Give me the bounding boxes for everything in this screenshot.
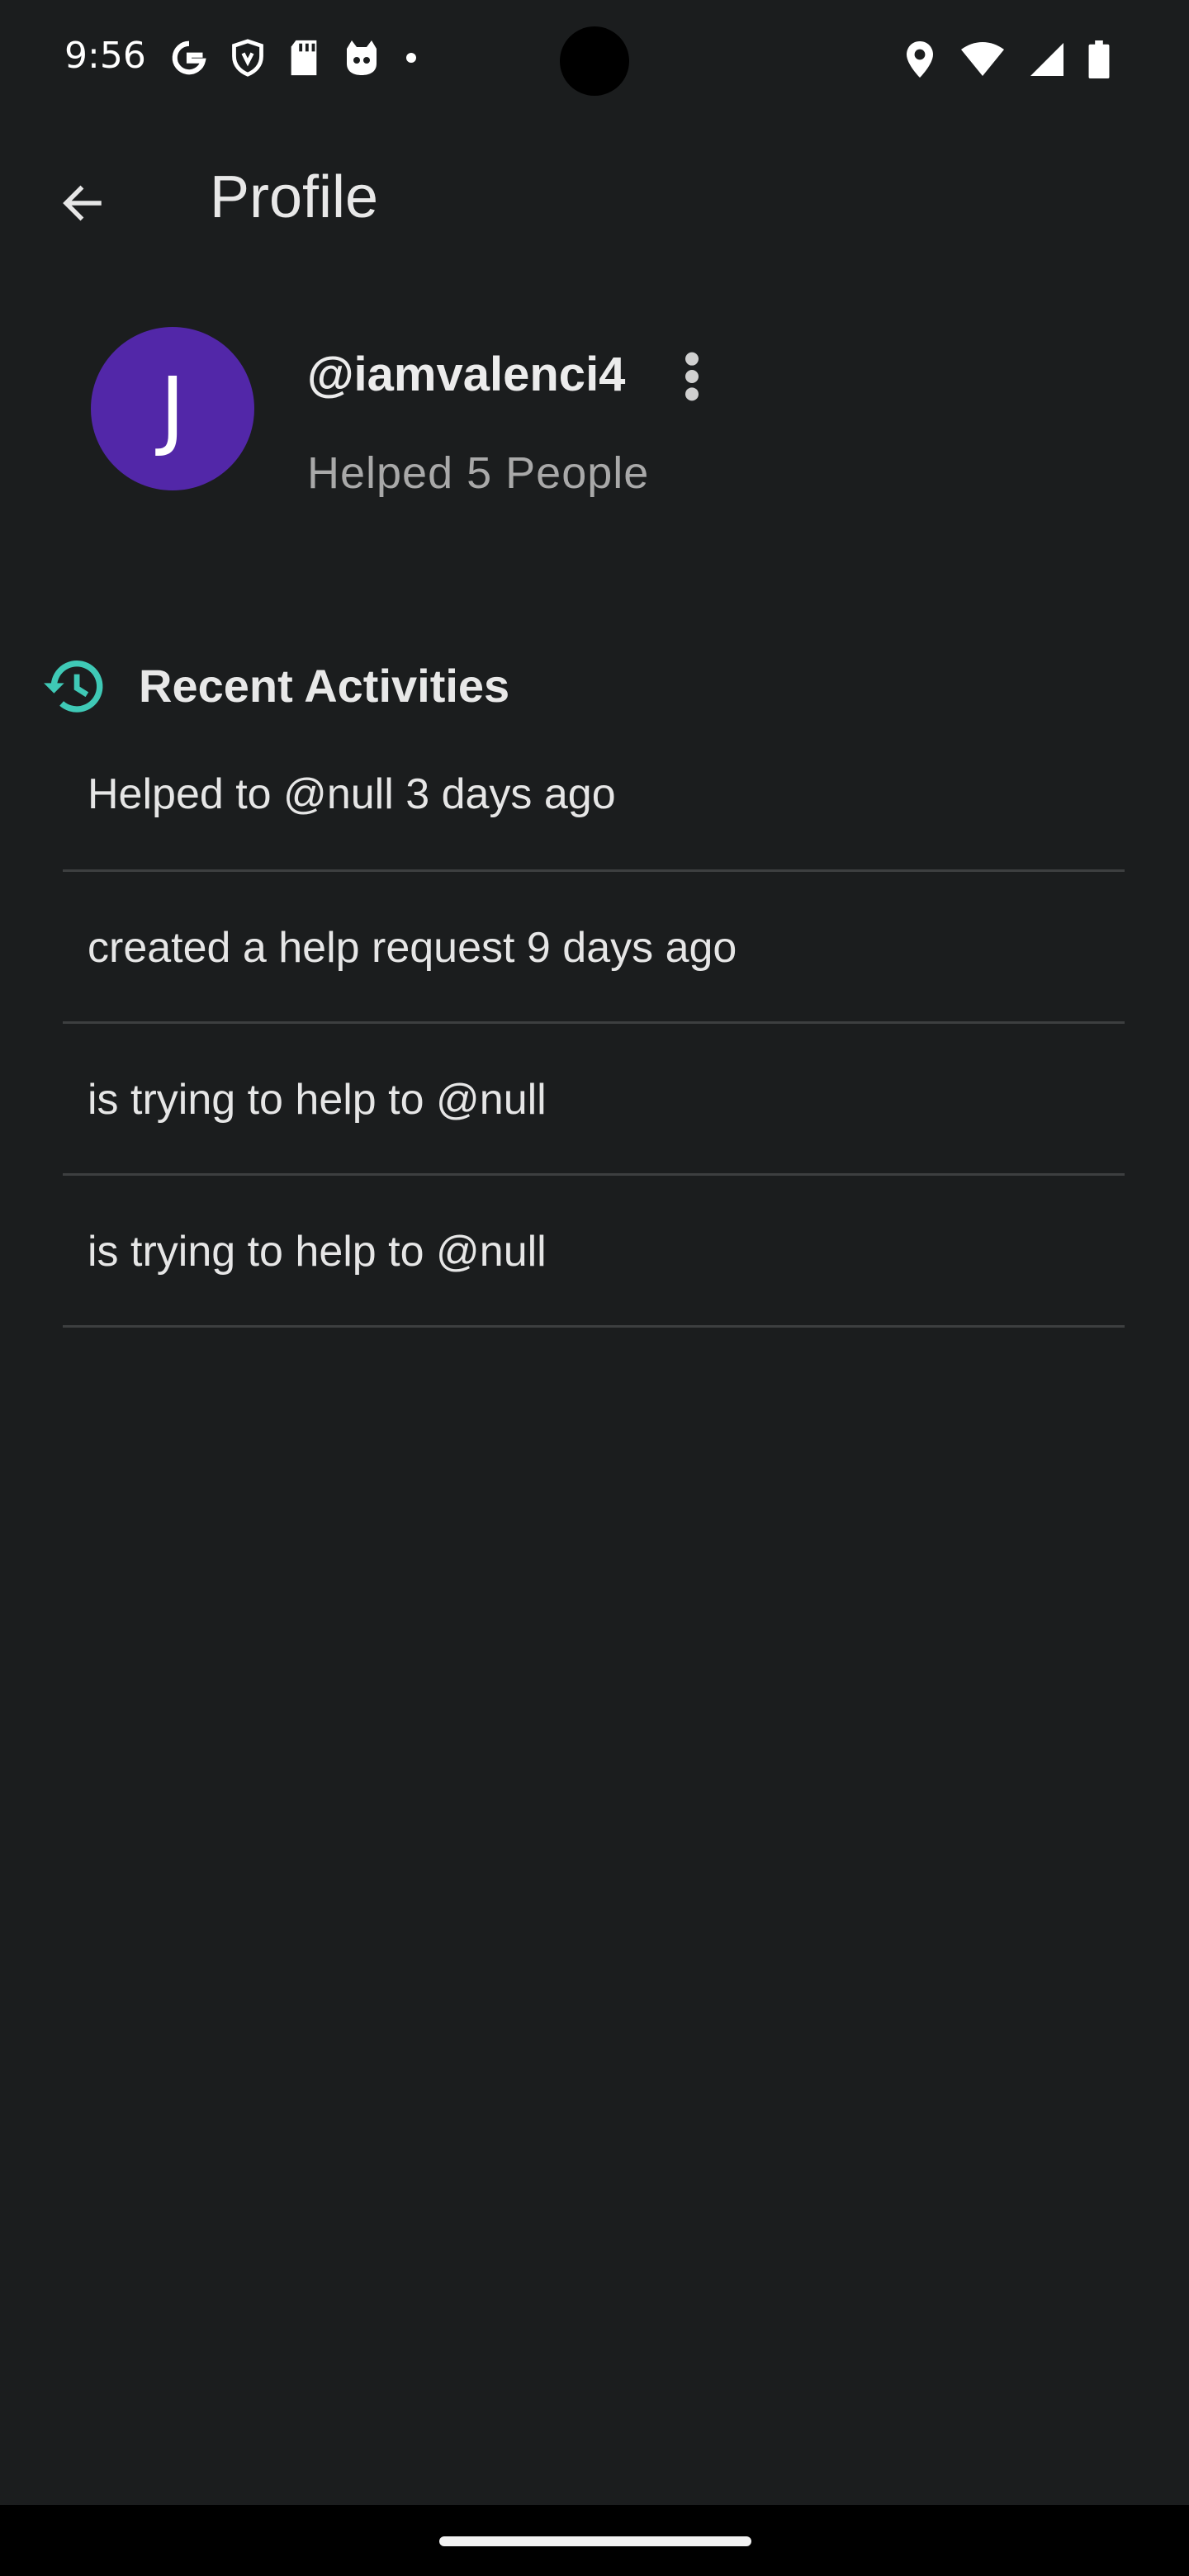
username: @iamvalenci4 (307, 348, 626, 401)
back-button[interactable] (43, 165, 122, 244)
shield-icon (230, 38, 266, 78)
avatar-letter: J (159, 358, 186, 459)
section-title: Recent Activities (139, 660, 510, 712)
list-item[interactable]: created a help request 9 days ago (63, 872, 1125, 1024)
app-bar: Profile (0, 124, 1189, 281)
more-options-button[interactable] (661, 339, 723, 418)
list-item[interactable]: is trying to help to @null (63, 1176, 1125, 1328)
activity-text: is trying to help to @null (88, 1228, 547, 1276)
home-indicator[interactable] (439, 2536, 751, 2546)
recent-activities-header: Recent Activities (0, 644, 1189, 727)
activity-text: Helped to @null 3 days ago (88, 770, 616, 818)
activity-list: Helped to @null 3 days ago created a hel… (63, 727, 1125, 1328)
status-icons-right (903, 40, 1110, 83)
location-icon (903, 40, 936, 83)
status-bar: 9:56 (0, 0, 1189, 122)
status-time: 9:56 (64, 35, 146, 77)
navigation-bar (0, 2505, 1189, 2576)
more-vert-icon (682, 350, 702, 407)
dot-icon (403, 50, 419, 66)
list-item[interactable]: is trying to help to @null (63, 1024, 1125, 1176)
signal-icon (1029, 41, 1065, 82)
activity-text: created a help request 9 days ago (88, 924, 737, 972)
sd-card-icon (287, 39, 320, 77)
helped-count: Helped 5 People (307, 448, 650, 498)
page-title: Profile (210, 164, 379, 230)
list-item[interactable]: Helped to @null 3 days ago (63, 727, 1125, 872)
google-icon (170, 39, 208, 77)
camera-cutout (560, 26, 629, 96)
arrow-back-icon (58, 178, 107, 232)
status-icons-left (170, 38, 419, 78)
wifi-icon (959, 41, 1006, 82)
activity-text: is trying to help to @null (88, 1076, 547, 1124)
avatar: J (91, 327, 254, 490)
battery-icon (1088, 40, 1110, 83)
history-icon (41, 656, 107, 722)
cat-face-icon (342, 39, 381, 77)
profile-header: J @iamvalenci4 Helped 5 People (0, 322, 1189, 520)
